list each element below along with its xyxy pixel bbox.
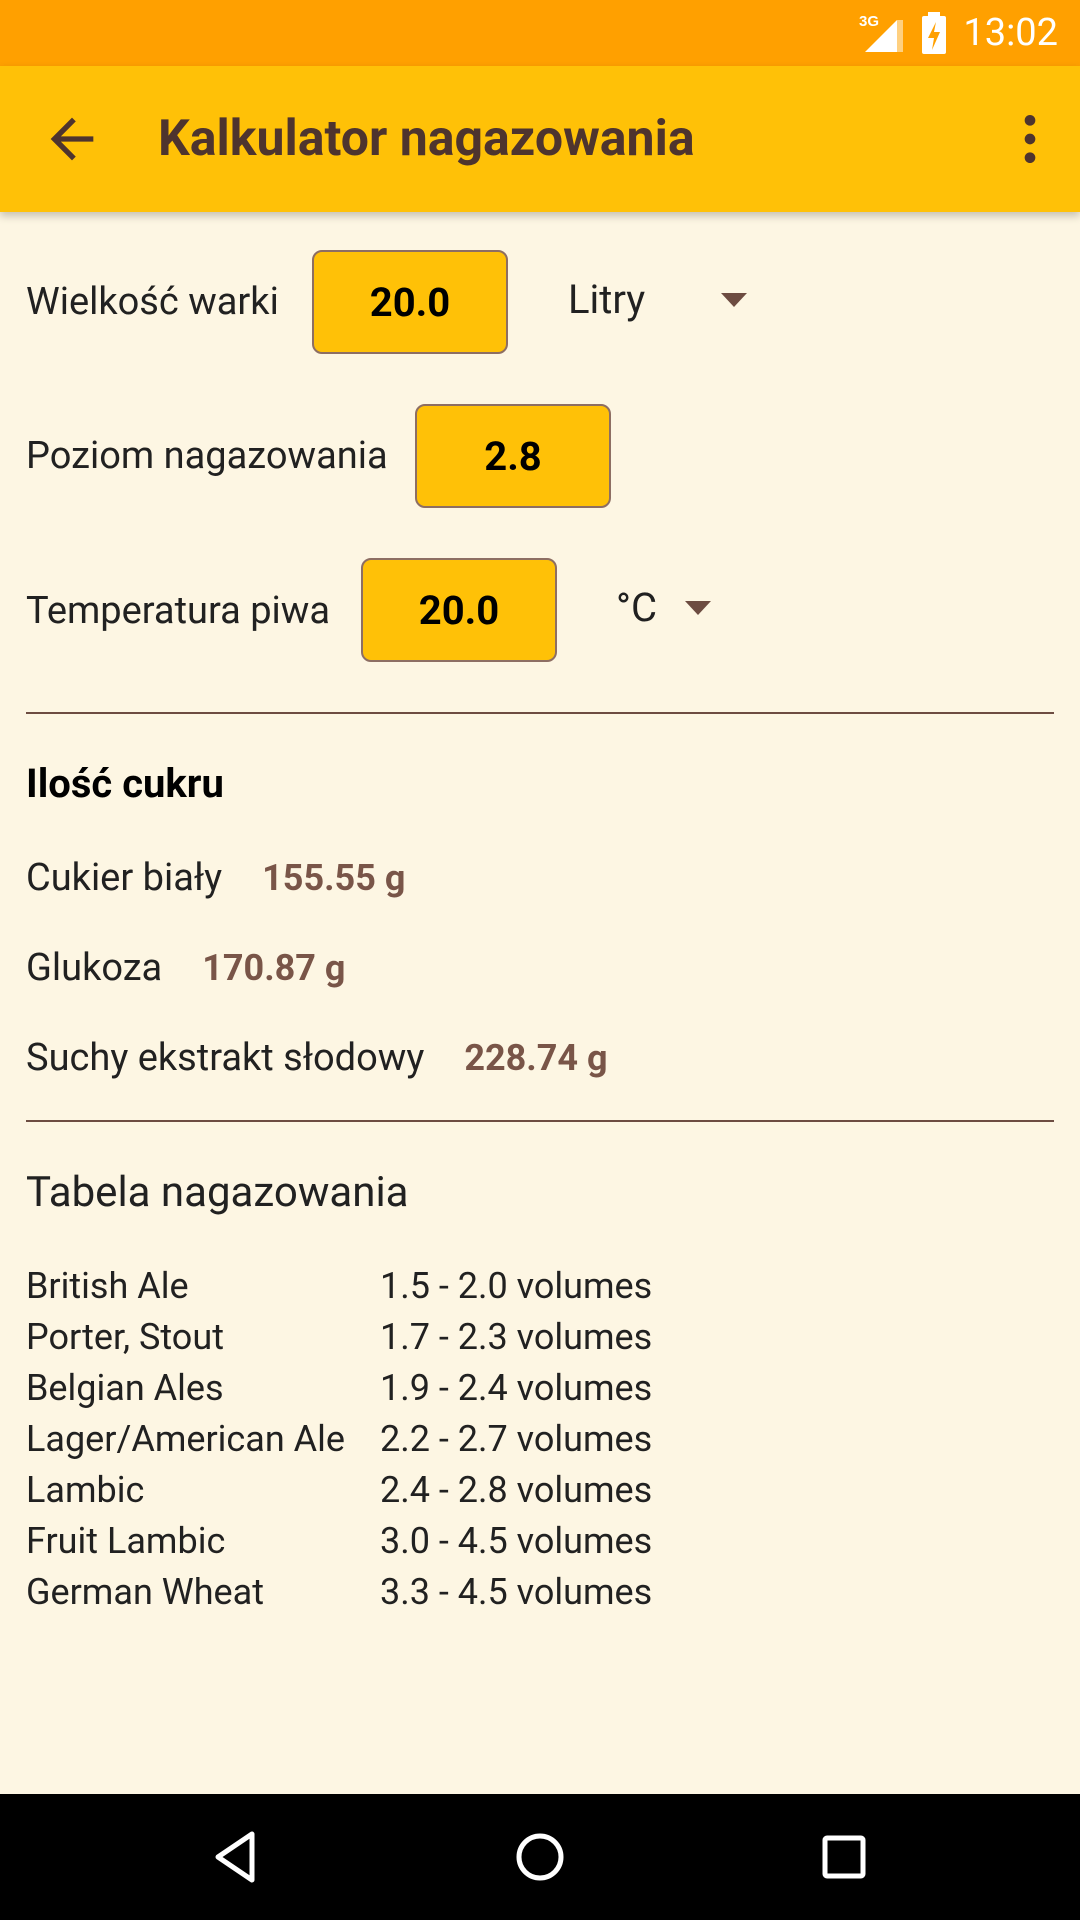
table-row: Belgian Ales 1.9 - 2.4 volumes xyxy=(26,1362,652,1413)
arrow-back-icon xyxy=(50,117,94,161)
battery-charging-icon xyxy=(922,12,947,54)
dropdown-arrow-icon xyxy=(721,292,748,307)
divider xyxy=(26,712,1054,714)
beer-temperature-input[interactable]: 20.0 xyxy=(361,558,557,662)
app-bar: Kalkulator nagazowania xyxy=(0,66,1080,212)
beer-temperature-label: Temperatura piwa xyxy=(26,589,331,633)
beer-style: Lambic xyxy=(26,1468,145,1511)
table-row: British Ale 1.5 - 2.0 volumes xyxy=(26,1260,652,1311)
result-row-white-sugar: Cukier biały 155.55 g xyxy=(26,856,405,900)
nav-home-button[interactable] xyxy=(505,1822,575,1892)
volume-range: 2.4 - 2.8 volumes xyxy=(380,1468,653,1511)
nav-recents-icon xyxy=(822,1835,866,1879)
beer-style: German Wheat xyxy=(26,1570,264,1613)
carbonation-level-input[interactable]: 2.8 xyxy=(415,404,611,508)
batch-size-label: Wielkość warki xyxy=(26,280,279,324)
batch-size-input[interactable]: 20.0 xyxy=(312,250,508,354)
beer-style: Lager/American Ale xyxy=(26,1417,345,1460)
temperature-unit-dropdown[interactable]: °C xyxy=(616,584,711,631)
volume-unit-label: Litry xyxy=(568,276,646,323)
volume-range: 1.9 - 2.4 volumes xyxy=(380,1366,653,1409)
carbonation-table-title: Tabela nagazowania xyxy=(26,1168,409,1217)
volume-range: 3.0 - 4.5 volumes xyxy=(380,1519,653,1562)
back-button[interactable] xyxy=(40,107,104,171)
table-row: Fruit Lambic 3.0 - 4.5 volumes xyxy=(26,1515,652,1566)
status-icons: 3G 13:02 xyxy=(857,10,1058,56)
beer-style: Belgian Ales xyxy=(26,1366,224,1409)
more-vert-icon xyxy=(1024,115,1036,163)
glucose-label: Glukoza xyxy=(26,946,163,990)
volume-range: 1.5 - 2.0 volumes xyxy=(380,1264,653,1307)
result-row-glucose: Glukoza 170.87 g xyxy=(26,946,345,990)
sugar-amount-title: Ilość cukru xyxy=(26,760,224,807)
carbonation-table: British Ale 1.5 - 2.0 volumes Porter, St… xyxy=(26,1260,652,1617)
status-bar: 3G 13:02 xyxy=(0,0,1080,66)
signal-3g-icon: 3G xyxy=(859,13,904,52)
white-sugar-value: 155.55 g xyxy=(262,857,406,899)
volume-unit-dropdown[interactable]: Litry xyxy=(568,276,748,323)
temperature-unit-label: °C xyxy=(616,584,657,631)
system-navigation-bar xyxy=(0,1794,1080,1920)
white-sugar-label: Cukier biały xyxy=(26,856,223,900)
beer-style: British Ale xyxy=(26,1264,189,1307)
volume-range: 3.3 - 4.5 volumes xyxy=(380,1570,653,1613)
overflow-menu-button[interactable] xyxy=(998,107,1062,171)
carbonation-level-label: Poziom nagazowania xyxy=(26,434,388,478)
glucose-value: 170.87 g xyxy=(202,947,346,989)
dme-value: 228.74 g xyxy=(464,1037,608,1079)
dme-label: Suchy ekstrakt słodowy xyxy=(26,1036,425,1080)
dropdown-arrow-icon xyxy=(684,600,711,615)
table-row: Porter, Stout 1.7 - 2.3 volumes xyxy=(26,1311,652,1362)
nav-back-button[interactable] xyxy=(202,1822,272,1892)
nav-back-icon xyxy=(215,1831,255,1883)
volume-range: 1.7 - 2.3 volumes xyxy=(380,1315,653,1358)
divider xyxy=(26,1120,1054,1122)
nav-home-icon xyxy=(516,1833,564,1881)
table-row: Lager/American Ale 2.2 - 2.7 volumes xyxy=(26,1413,652,1464)
volume-range: 2.2 - 2.7 volumes xyxy=(380,1417,653,1460)
table-row: Lambic 2.4 - 2.8 volumes xyxy=(26,1464,652,1515)
beer-style: Fruit Lambic xyxy=(26,1519,226,1562)
result-row-dme: Suchy ekstrakt słodowy 228.74 g xyxy=(26,1036,608,1080)
beer-style: Porter, Stout xyxy=(26,1315,224,1358)
status-time: 13:02 xyxy=(963,11,1058,55)
nav-recents-button[interactable] xyxy=(809,1822,879,1892)
table-row: German Wheat 3.3 - 4.5 volumes xyxy=(26,1566,652,1617)
svg-text:3G: 3G xyxy=(859,13,879,30)
page-title: Kalkulator nagazowania xyxy=(158,110,695,168)
